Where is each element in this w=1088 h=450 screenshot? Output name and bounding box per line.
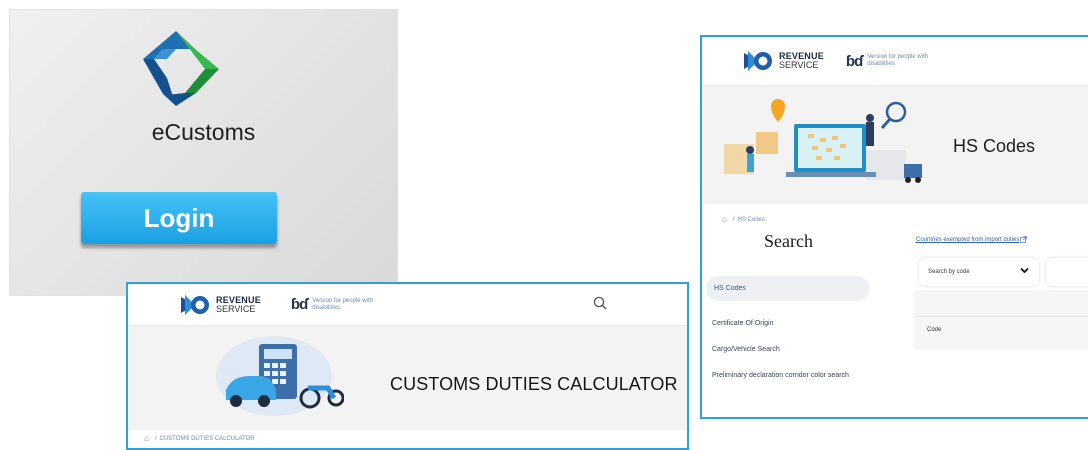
search-by-value: Search by code <box>928 269 970 275</box>
brand-line-2: SERVICE <box>779 60 819 70</box>
home-icon[interactable]: ⌂ <box>722 215 727 224</box>
revenue-service-brand[interactable]: REVENUE SERVICE <box>181 293 261 317</box>
page-title: CUSTOMS DUTIES CALCULATOR <box>390 374 678 394</box>
results-panel: Code <box>915 291 1088 349</box>
chevron-down-icon <box>1020 267 1029 274</box>
results-column-code: Code <box>927 327 942 333</box>
hs-codes-window: REVENUE SERVICE ɓɗ Version for people wi… <box>700 35 1088 419</box>
accessibility-link[interactable]: ɓɗ Version for people with disabilities <box>291 296 376 313</box>
revenue-service-brand[interactable]: REVENUE SERVICE <box>744 49 824 73</box>
ecustoms-card: eCustoms Login <box>9 9 398 296</box>
breadcrumb-current: CUSTOMS DUTIES CALCULATOR <box>159 435 255 442</box>
external-link-icon[interactable] <box>1020 236 1027 243</box>
site-header: REVENUE SERVICE ɓɗ Version for people wi… <box>128 284 687 326</box>
search-code-input[interactable] <box>1046 258 1088 286</box>
page-title: HS Codes <box>953 136 1036 156</box>
breadcrumb: ⌂ / HS Codes <box>722 215 765 224</box>
sidebar-item-hs-codes[interactable]: HS Codes <box>706 276 869 301</box>
accessibility-text: Version for people with disabilities <box>312 297 373 311</box>
site-header: REVENUE SERVICE ɓɗ Version for people wi… <box>702 37 1088 86</box>
hs-codes-illustration <box>724 99 922 183</box>
hero-band: CUSTOMS DUTIES CALCULATOR <box>128 326 687 430</box>
accessibility-link[interactable]: ɓɗ Version for people with disabilities <box>846 53 931 70</box>
app-title: eCustoms <box>151 119 256 145</box>
brand-line-2: SERVICE <box>216 303 256 314</box>
revenue-service-logo-icon <box>744 51 772 71</box>
countries-exempted-link[interactable]: Countries exempted from import duties <box>916 237 1019 243</box>
hero-band: HS Codes <box>702 86 1088 204</box>
customs-duties-window: REVENUE SERVICE ɓɗ Version for people wi… <box>126 282 689 450</box>
search-heading: Search <box>764 231 813 251</box>
home-icon[interactable]: ⌂ <box>144 434 149 443</box>
revenue-service-logo-icon <box>181 294 209 315</box>
sidebar-item-cargo-vehicle-search[interactable]: Cargo/Vehicle Search <box>712 344 780 356</box>
glasses-icon: ɓɗ <box>845 52 863 70</box>
login-button[interactable]: Login <box>81 192 277 244</box>
ecustoms-diamond-logo-icon <box>143 31 219 106</box>
breadcrumb-current: HS Codes <box>737 216 765 223</box>
search-by-dropdown[interactable]: Search by code <box>919 258 1039 286</box>
calculator-cars-illustration <box>216 336 344 416</box>
glasses-icon: ɓɗ <box>290 296 308 313</box>
accessibility-text: Version for people with disabilities <box>867 54 928 67</box>
sidebar-item-certificate-of-origin[interactable]: Certificate Of Origin <box>712 318 773 330</box>
search-icon[interactable] <box>593 296 607 310</box>
sidebar-item-preliminary-declaration[interactable]: Preliminary declaration corridor color s… <box>712 370 852 382</box>
breadcrumb: ⌂ / CUSTOMS DUTIES CALCULATOR <box>144 434 255 443</box>
